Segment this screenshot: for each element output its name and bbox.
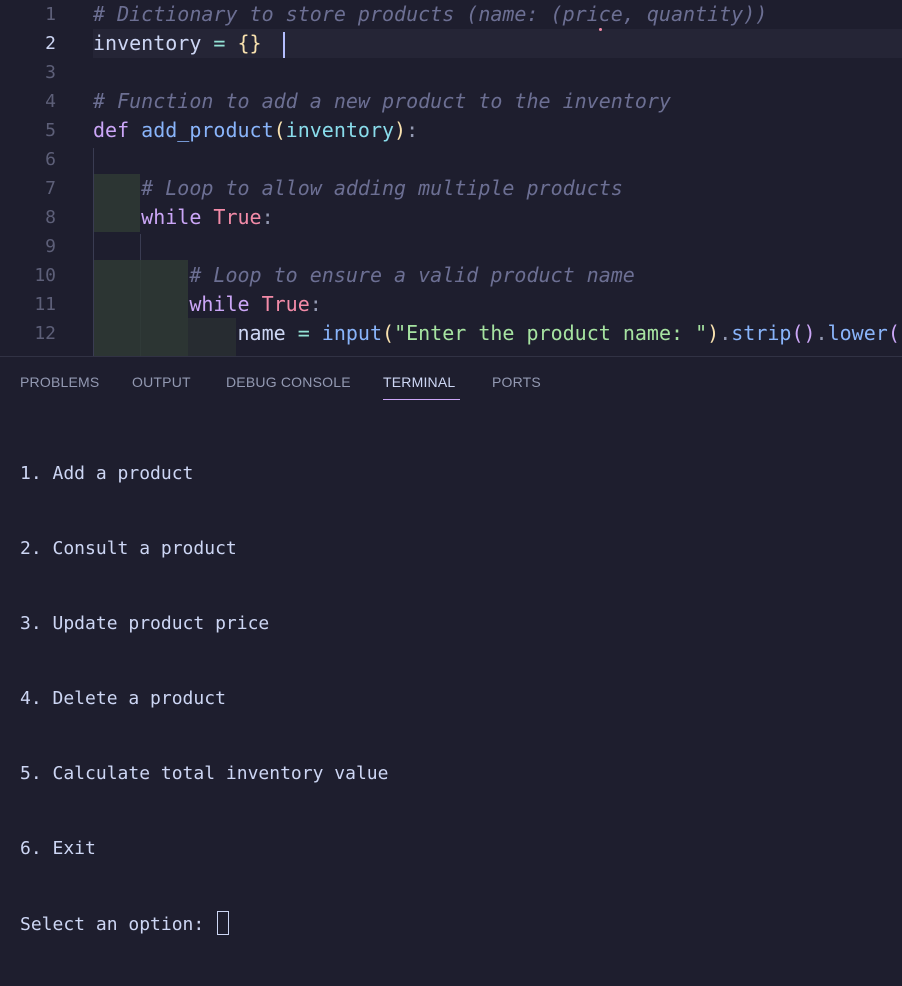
code-token: ) — [394, 118, 407, 142]
line-number: 9 — [45, 236, 56, 257]
error-marker — [599, 28, 602, 31]
terminal-line: 6. Exit — [20, 838, 96, 859]
terminal-line: 3. Update product price — [20, 613, 270, 634]
code-token: . — [719, 321, 732, 345]
code-token: inventory — [93, 31, 202, 55]
line-number: 1 — [45, 4, 56, 25]
tab-ports[interactable]: PORTS — [492, 374, 541, 390]
code-text: # Loop to allow adding multiple products — [93, 174, 623, 203]
code-line[interactable]: 11 while True: — [0, 290, 902, 319]
code-editor[interactable]: 1 # Dictionary to store products (name: (… — [0, 0, 902, 356]
line-number: 12 — [34, 323, 56, 344]
code-token: inventory — [285, 118, 395, 142]
line-number: 8 — [45, 207, 56, 228]
terminal-line: 2. Consult a product — [20, 538, 237, 559]
terminal-line: 4. Delete a product — [20, 688, 226, 709]
code-token: # Loop to allow adding multiple products — [141, 176, 623, 200]
code-token: ) — [707, 321, 720, 345]
tab-debug-console[interactable]: DEBUG CONSOLE — [226, 374, 351, 390]
code-token: name — [237, 321, 286, 345]
line-number: 11 — [34, 294, 56, 315]
code-text: # Function to add a new product to the i… — [93, 87, 671, 116]
terminal-line: 5. Calculate total inventory value — [20, 763, 389, 784]
terminal-line: 1. Add a product — [20, 463, 194, 484]
tab-problems[interactable]: PROBLEMS — [20, 374, 99, 390]
code-token: () — [791, 321, 816, 345]
code-text: def add_product(inventory): — [93, 116, 418, 145]
line-number: 2 — [45, 33, 56, 54]
code-token: () — [887, 321, 902, 345]
tab-terminal[interactable]: TERMINAL — [383, 374, 455, 390]
code-token: input — [321, 321, 383, 345]
code-token: : — [406, 118, 419, 142]
code-line[interactable]: 1 # Dictionary to store products (name: (… — [0, 0, 902, 29]
code-line[interactable]: 9 — [0, 232, 902, 261]
code-text: name = input("Enter the product name: ")… — [93, 319, 902, 348]
code-text: while True: — [93, 203, 274, 232]
code-token: def — [93, 118, 142, 142]
line-number: 4 — [45, 91, 56, 112]
code-line[interactable]: 4 # Function to add a new product to the … — [0, 87, 902, 116]
code-line[interactable]: 6 — [0, 145, 902, 174]
code-line[interactable]: 7 # Loop to allow adding multiple produc… — [0, 174, 902, 203]
terminal-prompt: Select an option: — [20, 914, 216, 935]
line-number: 5 — [45, 120, 56, 141]
code-token: . — [815, 321, 828, 345]
code-token: {} — [237, 31, 262, 55]
code-token: # Loop to ensure a valid product name — [189, 263, 635, 287]
active-tab-indicator — [383, 399, 460, 400]
code-token: add_product — [141, 118, 274, 142]
code-text: # Dictionary to store products (name: (p… — [93, 0, 767, 29]
code-line[interactable]: 3 — [0, 58, 902, 87]
code-text: # Loop to ensure a valid product name — [93, 261, 635, 290]
code-token: ( — [382, 321, 395, 345]
code-line[interactable]: 8 while True: — [0, 203, 902, 232]
code-line[interactable]: 5 def add_product(inventory): — [0, 116, 902, 145]
code-text: inventory = {} — [93, 29, 262, 58]
code-token: : — [309, 292, 322, 316]
code-token: lower — [827, 321, 888, 345]
code-line[interactable]: 12 name = input("Enter the product name:… — [0, 319, 902, 348]
code-token: strip — [731, 321, 792, 345]
code-token: # Function to add a new product to the i… — [93, 89, 671, 113]
code-token: while — [141, 205, 214, 229]
tab-output[interactable]: OUTPUT — [132, 374, 191, 390]
code-token: True — [261, 292, 310, 316]
line-number: 10 — [34, 265, 56, 286]
line-number: 6 — [45, 149, 56, 170]
code-token: = — [285, 321, 322, 345]
code-token: "Enter the product name: " — [394, 321, 708, 345]
panel-tabs: PROBLEMS OUTPUT DEBUG CONSOLE TERMINAL P… — [0, 357, 902, 403]
code-line[interactable]: 2 inventory = {} — [0, 29, 902, 58]
code-token: : — [261, 205, 274, 229]
code-line[interactable]: 10 # Loop to ensure a valid product name — [0, 261, 902, 290]
code-token: ( — [273, 118, 286, 142]
terminal-output[interactable]: 1. Add a product 2. Consult a product 3.… — [20, 411, 388, 986]
code-text: while True: — [93, 290, 322, 319]
code-token: = — [201, 31, 238, 55]
terminal-cursor — [217, 911, 230, 935]
line-number: 3 — [45, 62, 56, 83]
bottom-panel: PROBLEMS OUTPUT DEBUG CONSOLE TERMINAL P… — [0, 356, 902, 935]
code-token: # Dictionary to store products (name: (p… — [93, 2, 768, 26]
code-token: True — [213, 205, 262, 229]
text-cursor — [283, 32, 285, 58]
code-token: while — [189, 292, 262, 316]
line-number: 7 — [45, 178, 56, 199]
terminal-prompt-line[interactable]: Select an option: — [20, 911, 388, 936]
